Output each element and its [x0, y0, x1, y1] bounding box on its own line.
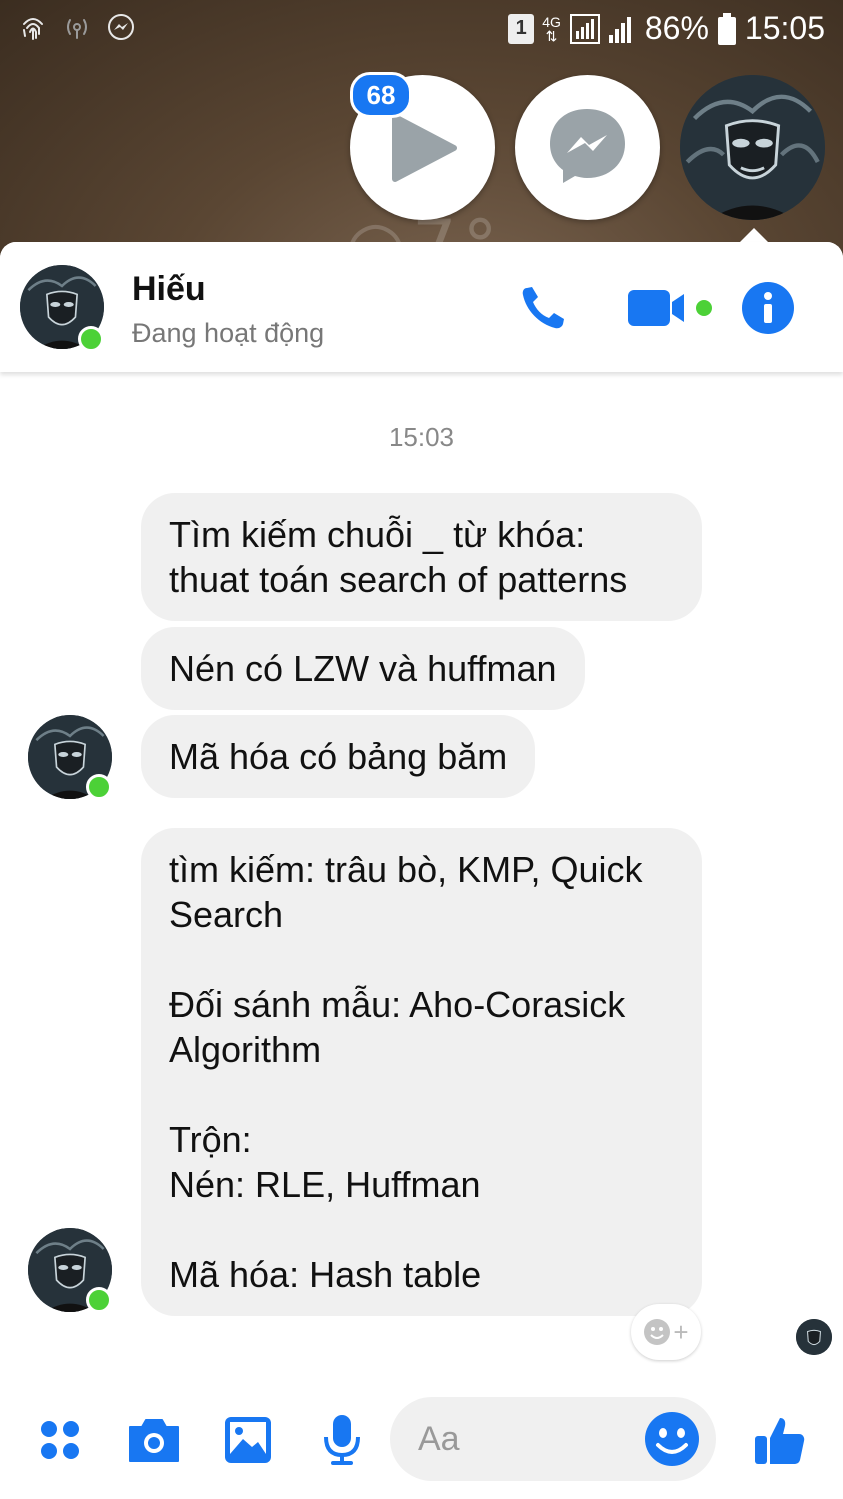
- contact-status: Đang hoạt động: [132, 318, 325, 348]
- gallery-icon: [225, 1417, 271, 1463]
- battery-percent: 86%: [644, 10, 709, 46]
- add-reaction-button[interactable]: +: [631, 1304, 701, 1360]
- status-left-icons: [18, 12, 136, 42]
- network-type: 4G ⇅: [542, 13, 561, 44]
- message-composer: [0, 1392, 843, 1499]
- messenger-icon: [108, 14, 134, 40]
- seen-indicator-avatar: [796, 1319, 832, 1355]
- chat-head-avatar[interactable]: [680, 75, 825, 220]
- status-bar: 1 4G ⇅ 86% 15:05: [0, 0, 843, 58]
- apps-button[interactable]: [32, 1412, 88, 1468]
- chat-panel: Hiếu Đang hoạt động 15:03 Tìm kiếm chuỗi…: [0, 242, 843, 1499]
- gallery-button[interactable]: [220, 1412, 276, 1468]
- messenger-icon: [550, 109, 625, 183]
- emoji-icon[interactable]: [642, 1409, 702, 1469]
- phone-icon: [522, 287, 564, 329]
- hotspot-icon: [67, 19, 87, 39]
- online-indicator: [86, 774, 112, 800]
- fingerprint-icon: [23, 18, 43, 40]
- chat-header: Hiếu Đang hoạt động: [0, 242, 843, 372]
- camera-icon: [129, 1419, 179, 1462]
- avatar: [680, 75, 825, 220]
- signal-icon: [569, 13, 631, 44]
- message-input-container[interactable]: [390, 1397, 716, 1481]
- microphone-icon: [324, 1415, 360, 1465]
- online-indicator: [78, 326, 104, 352]
- video-call-icon: [628, 290, 712, 326]
- apps-icon: [41, 1421, 79, 1459]
- message-bubble[interactable]: Nén có LZW và huffman: [141, 627, 585, 710]
- voice-message-button[interactable]: [314, 1412, 370, 1468]
- message-bubble[interactable]: Tìm kiếm chuỗi _ từ khóa: thuat toán sea…: [141, 493, 702, 621]
- status-time: 15:05: [744, 10, 825, 46]
- chat-head-messenger[interactable]: [515, 75, 660, 220]
- message-input[interactable]: [416, 1413, 620, 1465]
- voice-call-button[interactable]: [515, 280, 571, 336]
- message-bubble[interactable]: Mã hóa có bảng băm: [141, 715, 536, 798]
- camera-button[interactable]: [126, 1412, 182, 1468]
- battery-icon: [717, 12, 736, 45]
- info-button[interactable]: [740, 280, 796, 336]
- sim-icon: 1: [508, 13, 535, 44]
- contact-name[interactable]: Hiếu: [132, 270, 206, 309]
- reaction-emoji-icon: [644, 1319, 671, 1345]
- avatar: [796, 1319, 832, 1355]
- like-icon: [755, 1418, 805, 1464]
- message-bubble[interactable]: tìm kiếm: trâu bò, KMP, Quick Search Đối…: [141, 828, 702, 1316]
- unread-count-badge: 68: [350, 72, 412, 118]
- message-timestamp: 15:03: [388, 422, 455, 452]
- like-button[interactable]: [752, 1412, 808, 1468]
- video-call-button[interactable]: [628, 280, 718, 336]
- online-indicator: [86, 1287, 112, 1313]
- status-right-icons: 1 4G ⇅ 86% 15:05: [508, 10, 825, 47]
- plus-icon: +: [673, 1316, 689, 1347]
- info-icon: [742, 282, 794, 334]
